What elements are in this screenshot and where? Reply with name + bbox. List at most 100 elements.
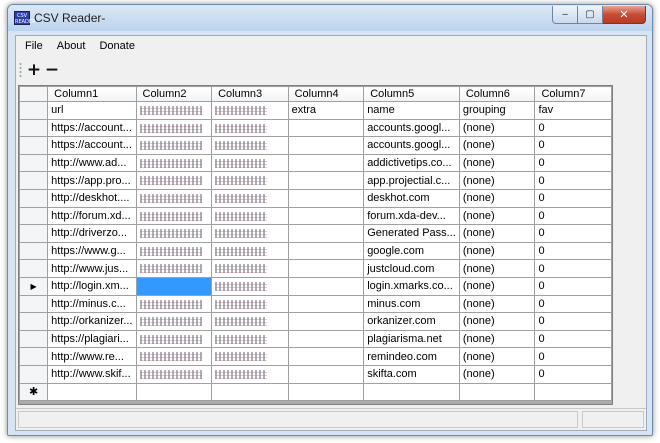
grid-cell[interactable]	[287, 294, 365, 314]
row-header[interactable]	[19, 329, 49, 349]
grid-cell[interactable]: Generated Pass...	[363, 224, 460, 243]
grid-cell[interactable]: deskhot.com	[363, 188, 460, 208]
grid-cell[interactable]	[135, 241, 213, 261]
row-header[interactable]	[19, 188, 49, 208]
grid-cell[interactable]	[135, 188, 213, 208]
grid-cell[interactable]: 0	[534, 188, 612, 208]
menu-donate[interactable]: Donate	[92, 36, 141, 56]
column-header[interactable]: Column3	[211, 86, 289, 102]
grid-cell[interactable]: http://deskhot....	[47, 188, 137, 208]
grid-cell[interactable]: addictivetips.co...	[363, 153, 460, 173]
grid-cell[interactable]	[211, 294, 289, 314]
grid-cell[interactable]: http://www.jus...	[47, 259, 137, 278]
grid-cell[interactable]	[211, 241, 289, 261]
grid-cell[interactable]: https://www.g...	[47, 241, 137, 261]
grid-cell[interactable]	[135, 382, 213, 402]
grid-cell[interactable]: app.projectial.c...	[363, 171, 460, 190]
grid-cell[interactable]: 0	[534, 259, 612, 278]
grid-cell[interactable]	[135, 259, 213, 278]
grid-cell[interactable]	[47, 382, 137, 402]
grid-cell[interactable]: google.com	[363, 241, 460, 261]
grid-cell[interactable]: http://www.ad...	[47, 153, 137, 173]
grid-cell[interactable]: (none)	[458, 276, 536, 296]
grid-cell[interactable]: (none)	[458, 224, 536, 243]
table-row[interactable]: https://app.pro... app.projectial.c... (no…	[19, 171, 612, 190]
grid-cell[interactable]: login.xmarks.co...	[363, 276, 460, 296]
grid-cell[interactable]	[135, 153, 213, 173]
grid-cell[interactable]	[135, 206, 213, 226]
grid-cell[interactable]: https://app.pro...	[47, 171, 137, 190]
table-row[interactable]: https://plagiari... plagiarisma.net (none)…	[19, 329, 612, 349]
grid-cell[interactable]: 0	[534, 329, 612, 349]
grid-cell[interactable]	[135, 136, 213, 155]
grid-cell[interactable]: (none)	[458, 241, 536, 261]
grid-cell[interactable]: 0	[534, 364, 612, 384]
maximize-button[interactable]: ▢	[578, 6, 603, 24]
row-header[interactable]	[19, 241, 49, 261]
row-header[interactable]	[19, 171, 49, 190]
grid-cell[interactable]: 0	[534, 294, 612, 314]
grid-cell[interactable]	[287, 136, 365, 155]
grid-cell[interactable]	[287, 382, 365, 402]
column-header[interactable]: Column7	[534, 86, 612, 102]
grid-cell[interactable]: (none)	[458, 259, 536, 278]
grid-cell[interactable]: (none)	[458, 136, 536, 155]
table-row[interactable]: https://account... accounts.googl... (none…	[19, 118, 612, 138]
grid-cell[interactable]: http://driverzo...	[47, 224, 137, 243]
column-header[interactable]: Column2	[135, 86, 213, 102]
minimize-button[interactable]: ‒	[552, 6, 578, 24]
grid-cell[interactable]: fav	[534, 101, 612, 120]
table-row[interactable]: http://orkanizer... orkanizer.com (none) 0	[19, 312, 612, 331]
grid-cell[interactable]	[211, 382, 289, 402]
grid-cell[interactable]: 0	[534, 118, 612, 138]
grid-cell[interactable]: remindeo.com	[363, 347, 460, 366]
grid-cell[interactable]	[287, 153, 365, 173]
grid-cell[interactable]	[287, 171, 365, 190]
grid-cell[interactable]	[287, 206, 365, 226]
grid-cell[interactable]	[211, 364, 289, 384]
table-row[interactable]: http://driverzo... Generated Pass... (none…	[19, 224, 612, 243]
toolbar-grip[interactable]	[19, 62, 22, 78]
row-header[interactable]	[19, 294, 49, 314]
grid-cell[interactable]: (none)	[458, 206, 536, 226]
table-row[interactable]: http://www.ad... addictivetips.co... (none…	[19, 153, 612, 173]
grid-cell[interactable]	[135, 101, 213, 120]
grid-cell[interactable]	[211, 118, 289, 138]
grid-cell[interactable]: https://account...	[47, 136, 137, 155]
grid-cell[interactable]	[211, 153, 289, 173]
column-header[interactable]: Column6	[458, 86, 536, 102]
grid-cell[interactable]	[211, 329, 289, 349]
grid-cell[interactable]: (none)	[458, 171, 536, 190]
grid-cell[interactable]	[211, 259, 289, 278]
grid-cell[interactable]	[135, 118, 213, 138]
grid-cell[interactable]: (none)	[458, 364, 536, 384]
table-row[interactable]: http://minus.c... minus.com (none) 0	[19, 294, 612, 314]
grid-cell[interactable]	[287, 224, 365, 243]
grid-cell[interactable]: http://www.skif...	[47, 364, 137, 384]
grid-cell[interactable]: 0	[534, 206, 612, 226]
new-row[interactable]: ✱	[19, 382, 612, 402]
grid-cell[interactable]: http://minus.c...	[47, 294, 137, 314]
grid-cell[interactable]: 0	[534, 136, 612, 155]
grid-cell[interactable]: 0	[534, 312, 612, 331]
row-header[interactable]	[19, 312, 49, 331]
grid-cell[interactable]	[211, 206, 289, 226]
grid-cell[interactable]	[287, 188, 365, 208]
row-header[interactable]	[19, 206, 49, 226]
row-header[interactable]	[19, 136, 49, 155]
grid-cell[interactable]	[287, 241, 365, 261]
data-grid[interactable]: Column1 Column2 Column3 Column4 Column5 …	[18, 85, 613, 405]
grid-cell[interactable]: http://login.xm...	[47, 276, 137, 296]
table-row[interactable]: http://deskhot.... deskhot.com (none) 0	[19, 188, 612, 208]
table-row[interactable]: http://www.skif... skifta.com (none) 0	[19, 364, 612, 384]
grid-cell[interactable]	[287, 347, 365, 366]
grid-cell[interactable]: 0	[534, 241, 612, 261]
grid-cell[interactable]: 0	[534, 171, 612, 190]
row-header[interactable]	[19, 118, 49, 138]
row-header[interactable]	[19, 364, 49, 384]
grid-cell[interactable]	[534, 382, 612, 402]
title-bar[interactable]: CSV READER CSV Reader- ‒ ▢ ✕	[8, 5, 652, 31]
row-header[interactable]	[19, 101, 49, 120]
grid-cell[interactable]: forum.xda-dev...	[363, 206, 460, 226]
table-row[interactable]: http://www.jus... justcloud.com (none) 0	[19, 259, 612, 278]
